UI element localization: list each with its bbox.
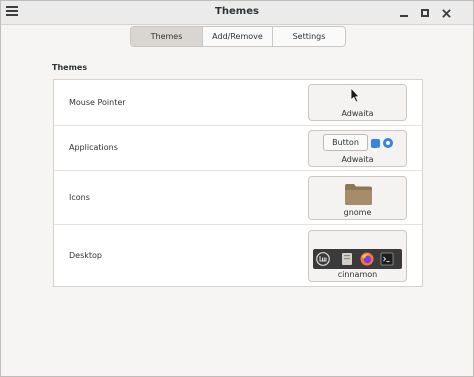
applications-chooser[interactable]: Button Adwaita xyxy=(308,130,407,167)
desktop-panel-preview xyxy=(313,249,402,269)
mint-menu-icon xyxy=(316,252,330,266)
preview-checkbox xyxy=(371,139,380,153)
files-icon xyxy=(342,253,352,265)
firefox-icon xyxy=(360,252,374,266)
row-icons: Icons gnome xyxy=(54,171,422,225)
section-title: Themes xyxy=(52,63,88,72)
themes-list: Mouse Pointer Adwaita Applications Butto… xyxy=(53,79,423,287)
maximize-icon[interactable] xyxy=(417,5,433,21)
icons-value: gnome xyxy=(343,208,372,217)
tab-themes[interactable]: Themes xyxy=(131,27,203,46)
titlebar: Themes xyxy=(1,1,473,25)
close-icon[interactable] xyxy=(438,5,454,21)
icons-chooser[interactable]: gnome xyxy=(308,176,407,220)
row-label-icons: Icons xyxy=(69,193,90,202)
tab-add-remove[interactable]: Add/Remove xyxy=(203,27,273,46)
row-label-mouse-pointer: Mouse Pointer xyxy=(69,98,126,107)
row-mouse-pointer: Mouse Pointer Adwaita xyxy=(54,80,422,126)
themes-window: Themes Themes Add/Remove Settings Themes… xyxy=(0,0,474,377)
preview-radio xyxy=(383,138,393,148)
applications-value: Adwaita xyxy=(341,155,374,164)
minimize-icon[interactable] xyxy=(396,5,412,21)
mouse-pointer-icon xyxy=(350,87,360,103)
row-desktop: Desktop cinnamon xyxy=(54,225,422,286)
mouse-pointer-value: Adwaita xyxy=(341,109,374,118)
preview-button: Button xyxy=(323,134,368,151)
row-label-desktop: Desktop xyxy=(69,251,102,260)
desktop-value: cinnamon xyxy=(337,270,378,279)
view-switcher: Themes Add/Remove Settings xyxy=(130,26,346,47)
row-applications: Applications Button Adwaita xyxy=(54,126,422,171)
row-label-applications: Applications xyxy=(69,143,118,152)
desktop-chooser[interactable]: cinnamon xyxy=(308,230,407,282)
terminal-icon xyxy=(380,252,394,266)
tab-settings[interactable]: Settings xyxy=(273,27,345,46)
folder-icon xyxy=(345,184,372,205)
